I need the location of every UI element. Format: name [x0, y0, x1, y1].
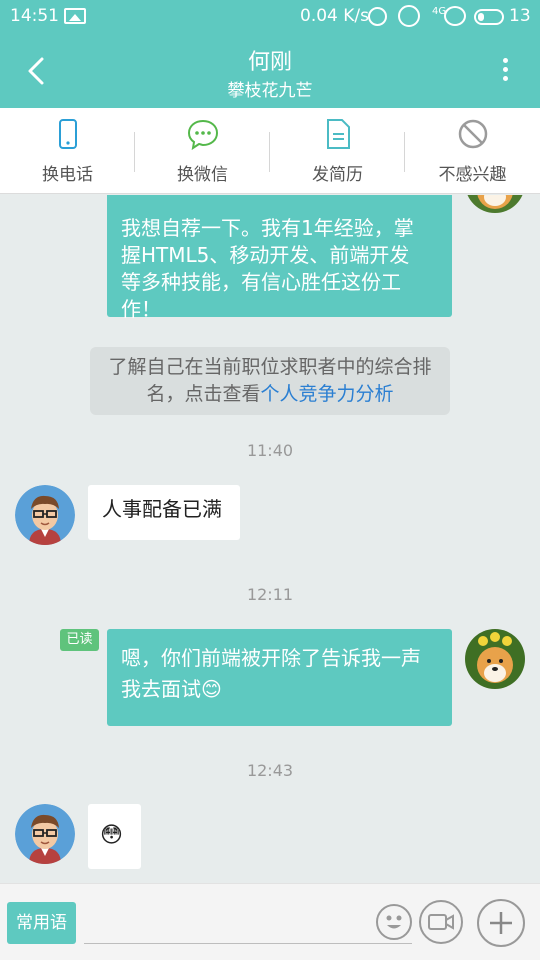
change-phone-label: 换电话 — [42, 165, 93, 185]
alarm-icon — [368, 7, 387, 26]
contact-company: 攀枝花九芒 — [227, 81, 313, 101]
battery-icon — [474, 9, 504, 25]
cartoon-man-avatar-icon — [15, 804, 75, 864]
timestamp: 12:43 — [246, 761, 294, 780]
title-bar: 何刚 攀枝花九芒 — [0, 34, 540, 108]
wifi-icon — [398, 5, 420, 27]
timestamp: 11:40 — [246, 441, 294, 460]
add-attachment-button[interactable] — [477, 899, 525, 947]
message-line: 作！ — [121, 297, 161, 321]
plus-icon — [490, 912, 512, 934]
competitiveness-analysis-link[interactable]: 个人竞争力分析 — [261, 383, 394, 405]
network-speed: 0.04 K/s — [300, 6, 369, 26]
my-avatar[interactable] — [465, 629, 525, 689]
phone-icon — [59, 119, 77, 149]
resume-icon — [327, 119, 350, 149]
change-wechat-button[interactable]: 换微信 — [135, 108, 270, 194]
send-resume-button[interactable]: 发简历 — [270, 108, 405, 194]
change-wechat-label: 换微信 — [177, 165, 228, 185]
chat-messages[interactable]: 我想自荐一下。我有1年经验，掌 握HTML5、移动开发、前端开发 等多种技能，有… — [0, 195, 540, 883]
message-line: 我想自荐一下。我有1年经验，掌 — [121, 216, 414, 240]
more-menu-icon[interactable] — [498, 58, 512, 82]
message-bubble-sent[interactable]: 我想自荐一下。我有1年经验，掌 握HTML5、移动开发、前端开发 等多种技能，有… — [107, 195, 452, 321]
cartoon-man-avatar-icon — [15, 485, 75, 545]
message-line-clipped — [121, 195, 127, 208]
flushed-emoji: 😳 — [100, 823, 123, 848]
message-line: 我去面试 — [121, 677, 201, 701]
smile-emoji: 😊 — [201, 677, 222, 701]
send-resume-label: 发简历 — [312, 165, 363, 185]
contact-avatar[interactable] — [15, 485, 75, 545]
message-bubble-received[interactable]: 人事配备已满 — [88, 485, 240, 540]
timestamp: 12:11 — [246, 585, 294, 604]
video-call-button[interactable] — [419, 900, 463, 944]
message-input[interactable] — [84, 904, 412, 944]
not-interested-button[interactable]: 不感兴趣 — [405, 108, 540, 194]
not-interested-label: 不感兴趣 — [438, 165, 507, 185]
battery-level: 13 — [509, 6, 531, 26]
action-bar: 换电话 换微信 发简历 不感兴趣 — [0, 108, 540, 194]
contact-name: 何刚 — [247, 50, 292, 75]
smiley-icon — [386, 915, 402, 929]
wechat-icon — [187, 119, 219, 150]
dog-avatar-icon — [465, 629, 525, 689]
not-interested-icon — [458, 119, 488, 149]
message-line-wrap: 我去面试😊 — [121, 674, 438, 705]
my-avatar[interactable] — [465, 195, 525, 213]
emoji-button[interactable] — [376, 904, 412, 940]
status-time: 14:51 — [10, 6, 59, 26]
quick-phrases-button[interactable]: 常用语 — [7, 902, 76, 944]
signal-icon — [444, 6, 466, 26]
input-bar: 常用语 — [0, 883, 540, 960]
dog-avatar-icon — [465, 195, 525, 213]
message-text: 人事配备已满 — [102, 497, 222, 521]
message-bubble-sent[interactable]: 嗯，你们前端被开除了告诉我一声 我去面试😊 — [107, 629, 452, 726]
message-line: 嗯，你们前端被开除了告诉我一声 — [121, 646, 421, 670]
message-bubble-received[interactable]: 😳 — [88, 804, 141, 869]
status-bar: 14:51 0.04 K/s 4G 13 — [0, 0, 540, 34]
message-line: 握HTML5、移动开发、前端开发 — [121, 243, 410, 267]
read-status-badge: 已读 — [60, 629, 99, 651]
image-notification-icon — [64, 8, 86, 24]
message-line: 等多种技能，有信心胜任这份工 — [121, 270, 401, 294]
change-phone-button[interactable]: 换电话 — [0, 108, 135, 194]
video-camera-icon — [428, 914, 454, 930]
system-notice: 了解自己在当前职位求职者中的综合排名，点击查看个人竞争力分析 — [90, 347, 450, 415]
contact-avatar[interactable] — [15, 804, 75, 864]
